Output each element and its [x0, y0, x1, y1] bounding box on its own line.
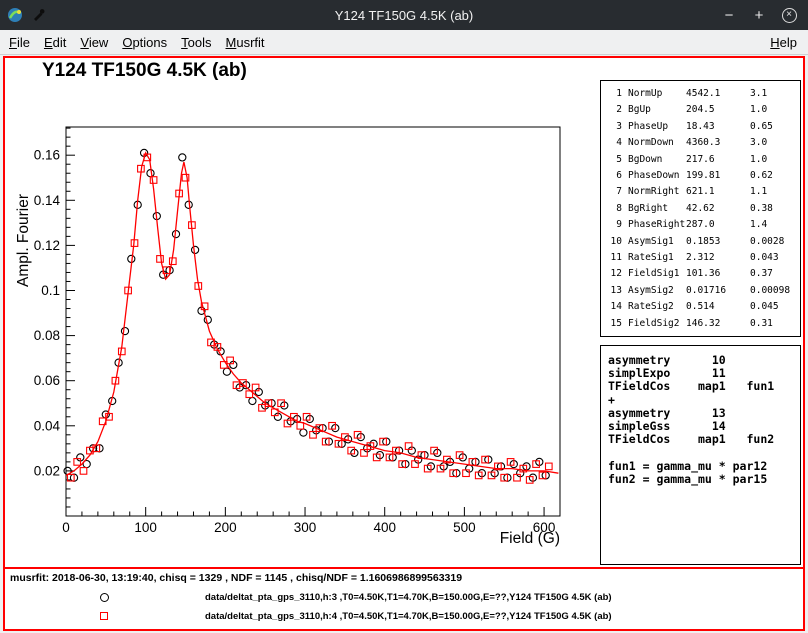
param-row: 13AsymSig20.017160.00098 — [606, 283, 800, 299]
svg-text:0.1: 0.1 — [41, 283, 60, 298]
legend-label: data/deltat_pta_gps_3110,h:4 ,T0=4.50K,T… — [205, 611, 612, 622]
series-circles — [64, 149, 549, 481]
svg-text:0.12: 0.12 — [34, 238, 60, 253]
menubar: FileEditViewOptionsToolsMusrfit Help — [0, 30, 808, 55]
series-squares — [68, 154, 553, 483]
theory-pave[interactable]: asymmetry 10simplExpo 11TFieldCos map1 f… — [600, 345, 801, 565]
param-row: 5BgDown217.61.0 — [606, 152, 800, 168]
wrench-icon[interactable] — [31, 7, 47, 23]
param-row: 9PhaseRight287.01.4 — [606, 217, 800, 233]
param-row: 1NormUp4542.13.1 — [606, 86, 800, 102]
legend-marker-square — [100, 612, 108, 620]
svg-text:400: 400 — [373, 520, 396, 535]
theory-line: fun2 = gamma_mu * par15 — [608, 473, 800, 486]
plot-svg[interactable]: 01002003004005006000.020.040.060.080.10.… — [5, 58, 603, 567]
window-title: Y124 TF150G 4.5K (ab) — [0, 8, 808, 23]
theory-line: TFieldCos map1 fun2 — [608, 433, 800, 446]
param-row: 12FieldSig1101.360.37 — [606, 266, 800, 282]
param-row: 11RateSig12.3120.043 — [606, 250, 800, 266]
param-row: 3PhaseUp18.430.65 — [606, 119, 800, 135]
menu-item-help[interactable]: Help — [763, 32, 804, 53]
param-table: 1NormUp4542.13.12BgUp204.51.03PhaseUp18.… — [606, 86, 800, 332]
param-row: 2BgUp204.51.0 — [606, 102, 800, 118]
svg-text:500: 500 — [453, 520, 476, 535]
menu-item-view[interactable]: View — [73, 32, 115, 53]
plot-series — [64, 149, 558, 483]
menu-item-edit[interactable]: Edit — [37, 32, 73, 53]
param-row: 14RateSig20.5140.045 — [606, 299, 800, 315]
maximize-button[interactable]: + — [750, 6, 768, 24]
param-row: 8BgRight42.620.38 — [606, 201, 800, 217]
close-button[interactable]: × — [780, 6, 798, 24]
app-icon[interactable] — [7, 7, 23, 23]
info-pad: musrfit: 2018-06-30, 13:19:40, chisq = 1… — [5, 567, 803, 629]
minimize-button[interactable]: − — [720, 6, 738, 24]
param-row: 6PhaseDown199.810.62 — [606, 168, 800, 184]
legend: data/deltat_pta_gps_3110,h:3 ,T0=4.50K,T… — [5, 569, 803, 629]
menu-item-musrfit[interactable]: Musrfit — [219, 32, 272, 53]
svg-text:300: 300 — [294, 520, 317, 535]
param-row: 4NormDown4360.33.0 — [606, 135, 800, 151]
svg-text:0.06: 0.06 — [34, 373, 60, 388]
svg-text:0: 0 — [62, 520, 70, 535]
svg-text:0.08: 0.08 — [34, 328, 60, 343]
param-row: 10AsymSig10.18530.0028 — [606, 234, 800, 250]
svg-text:0.14: 0.14 — [34, 193, 61, 208]
menu-item-file[interactable]: File — [2, 32, 37, 53]
parameter-pave[interactable]: 1NormUp4542.13.12BgUp204.51.03PhaseUp18.… — [600, 80, 801, 337]
param-row: 15FieldSig2146.320.31 — [606, 316, 800, 332]
close-icon: × — [782, 8, 797, 23]
svg-text:100: 100 — [134, 520, 157, 535]
menu-item-tools[interactable]: Tools — [174, 32, 218, 53]
titlebar: Y124 TF150G 4.5K (ab) − + × — [0, 0, 808, 30]
svg-text:0.16: 0.16 — [34, 148, 60, 163]
legend-row: data/deltat_pta_gps_3110,h:3 ,T0=4.50K,T… — [5, 589, 803, 608]
theory-line: + — [608, 394, 800, 407]
svg-text:0.04: 0.04 — [34, 418, 61, 433]
legend-label: data/deltat_pta_gps_3110,h:3 ,T0=4.50K,T… — [205, 592, 612, 603]
x-axis-title: Field (G) — [500, 530, 560, 547]
svg-text:0.02: 0.02 — [34, 463, 60, 478]
menubar-items: FileEditViewOptionsToolsMusrfit — [2, 32, 272, 53]
y-axis-title: Ampl. Fourier — [15, 194, 32, 287]
theory-line: TFieldCos map1 fun1 — [608, 380, 800, 393]
legend-row: data/deltat_pta_gps_3110,h:4 ,T0=4.50K,T… — [5, 608, 803, 627]
theory-line: fun1 = gamma_mu * par12 — [608, 460, 800, 473]
svg-text:200: 200 — [214, 520, 237, 535]
legend-marker-circle — [100, 593, 109, 602]
param-row: 7NormRight621.11.1 — [606, 184, 800, 200]
root-canvas[interactable]: Y124 TF150G 4.5K (ab) 010020030040050060… — [3, 56, 805, 631]
theory-line — [608, 446, 800, 459]
plot-axes: 01002003004005006000.020.040.060.080.10.… — [34, 127, 560, 535]
menu-item-options[interactable]: Options — [115, 32, 174, 53]
